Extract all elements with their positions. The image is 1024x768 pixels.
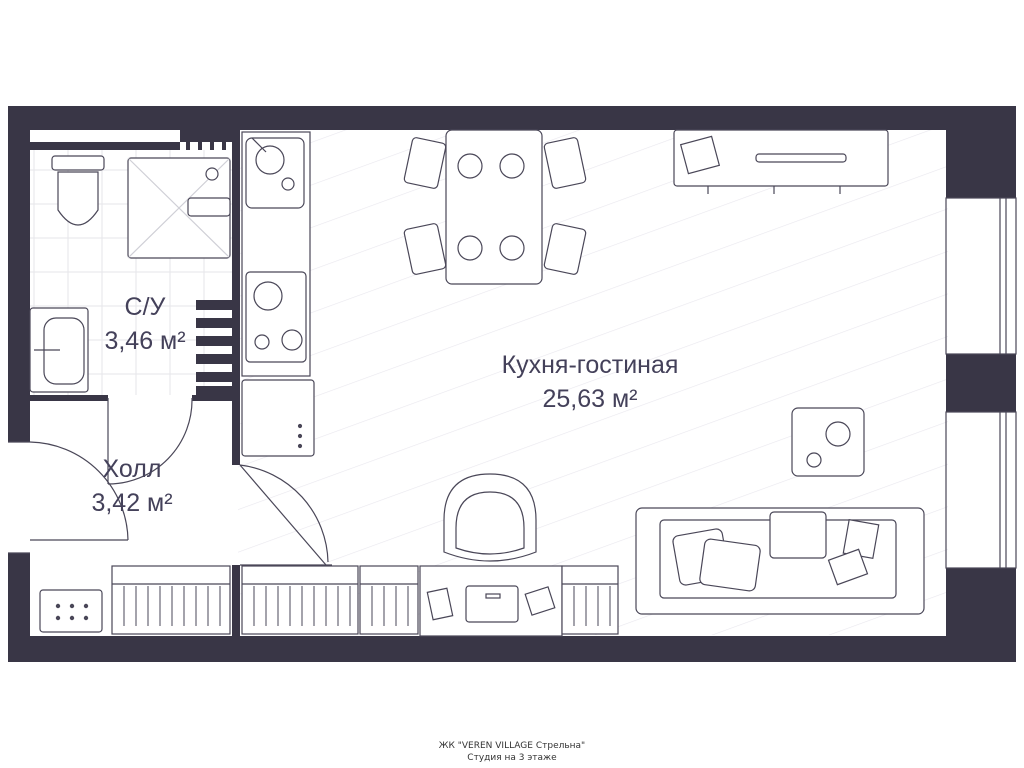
floor-caption: Студия на 3 этаже [467, 753, 557, 763]
kitchen-living-label: Кухня-гостиная 25,63 м² [470, 348, 710, 416]
kitchen-living-area: 25,63 м² [542, 385, 638, 413]
bathroom-name: С/У [124, 293, 166, 321]
bathroom-area: 3,46 м² [104, 327, 186, 355]
bathroom-label: С/У 3,46 м² [90, 290, 200, 358]
hall-cabinet [39, 589, 103, 633]
shower-icon [127, 157, 231, 259]
complex-name: ЖК "VEREN VILLAGE Стрельна" [438, 741, 586, 751]
hall-area: 3,42 м² [91, 489, 173, 517]
hall-name: Холл [102, 455, 162, 483]
kitchen-counter [241, 131, 311, 377]
washbasin-icon [29, 307, 89, 393]
desk [419, 565, 563, 637]
hall-label: Холл 3,42 м² [72, 452, 192, 520]
appliance [791, 407, 865, 477]
office-chair [443, 473, 537, 562]
top-cabinet [673, 129, 889, 194]
sofa [635, 507, 925, 615]
fridge [241, 379, 315, 457]
kitchen-living-name: Кухня-гостиная [501, 351, 679, 379]
